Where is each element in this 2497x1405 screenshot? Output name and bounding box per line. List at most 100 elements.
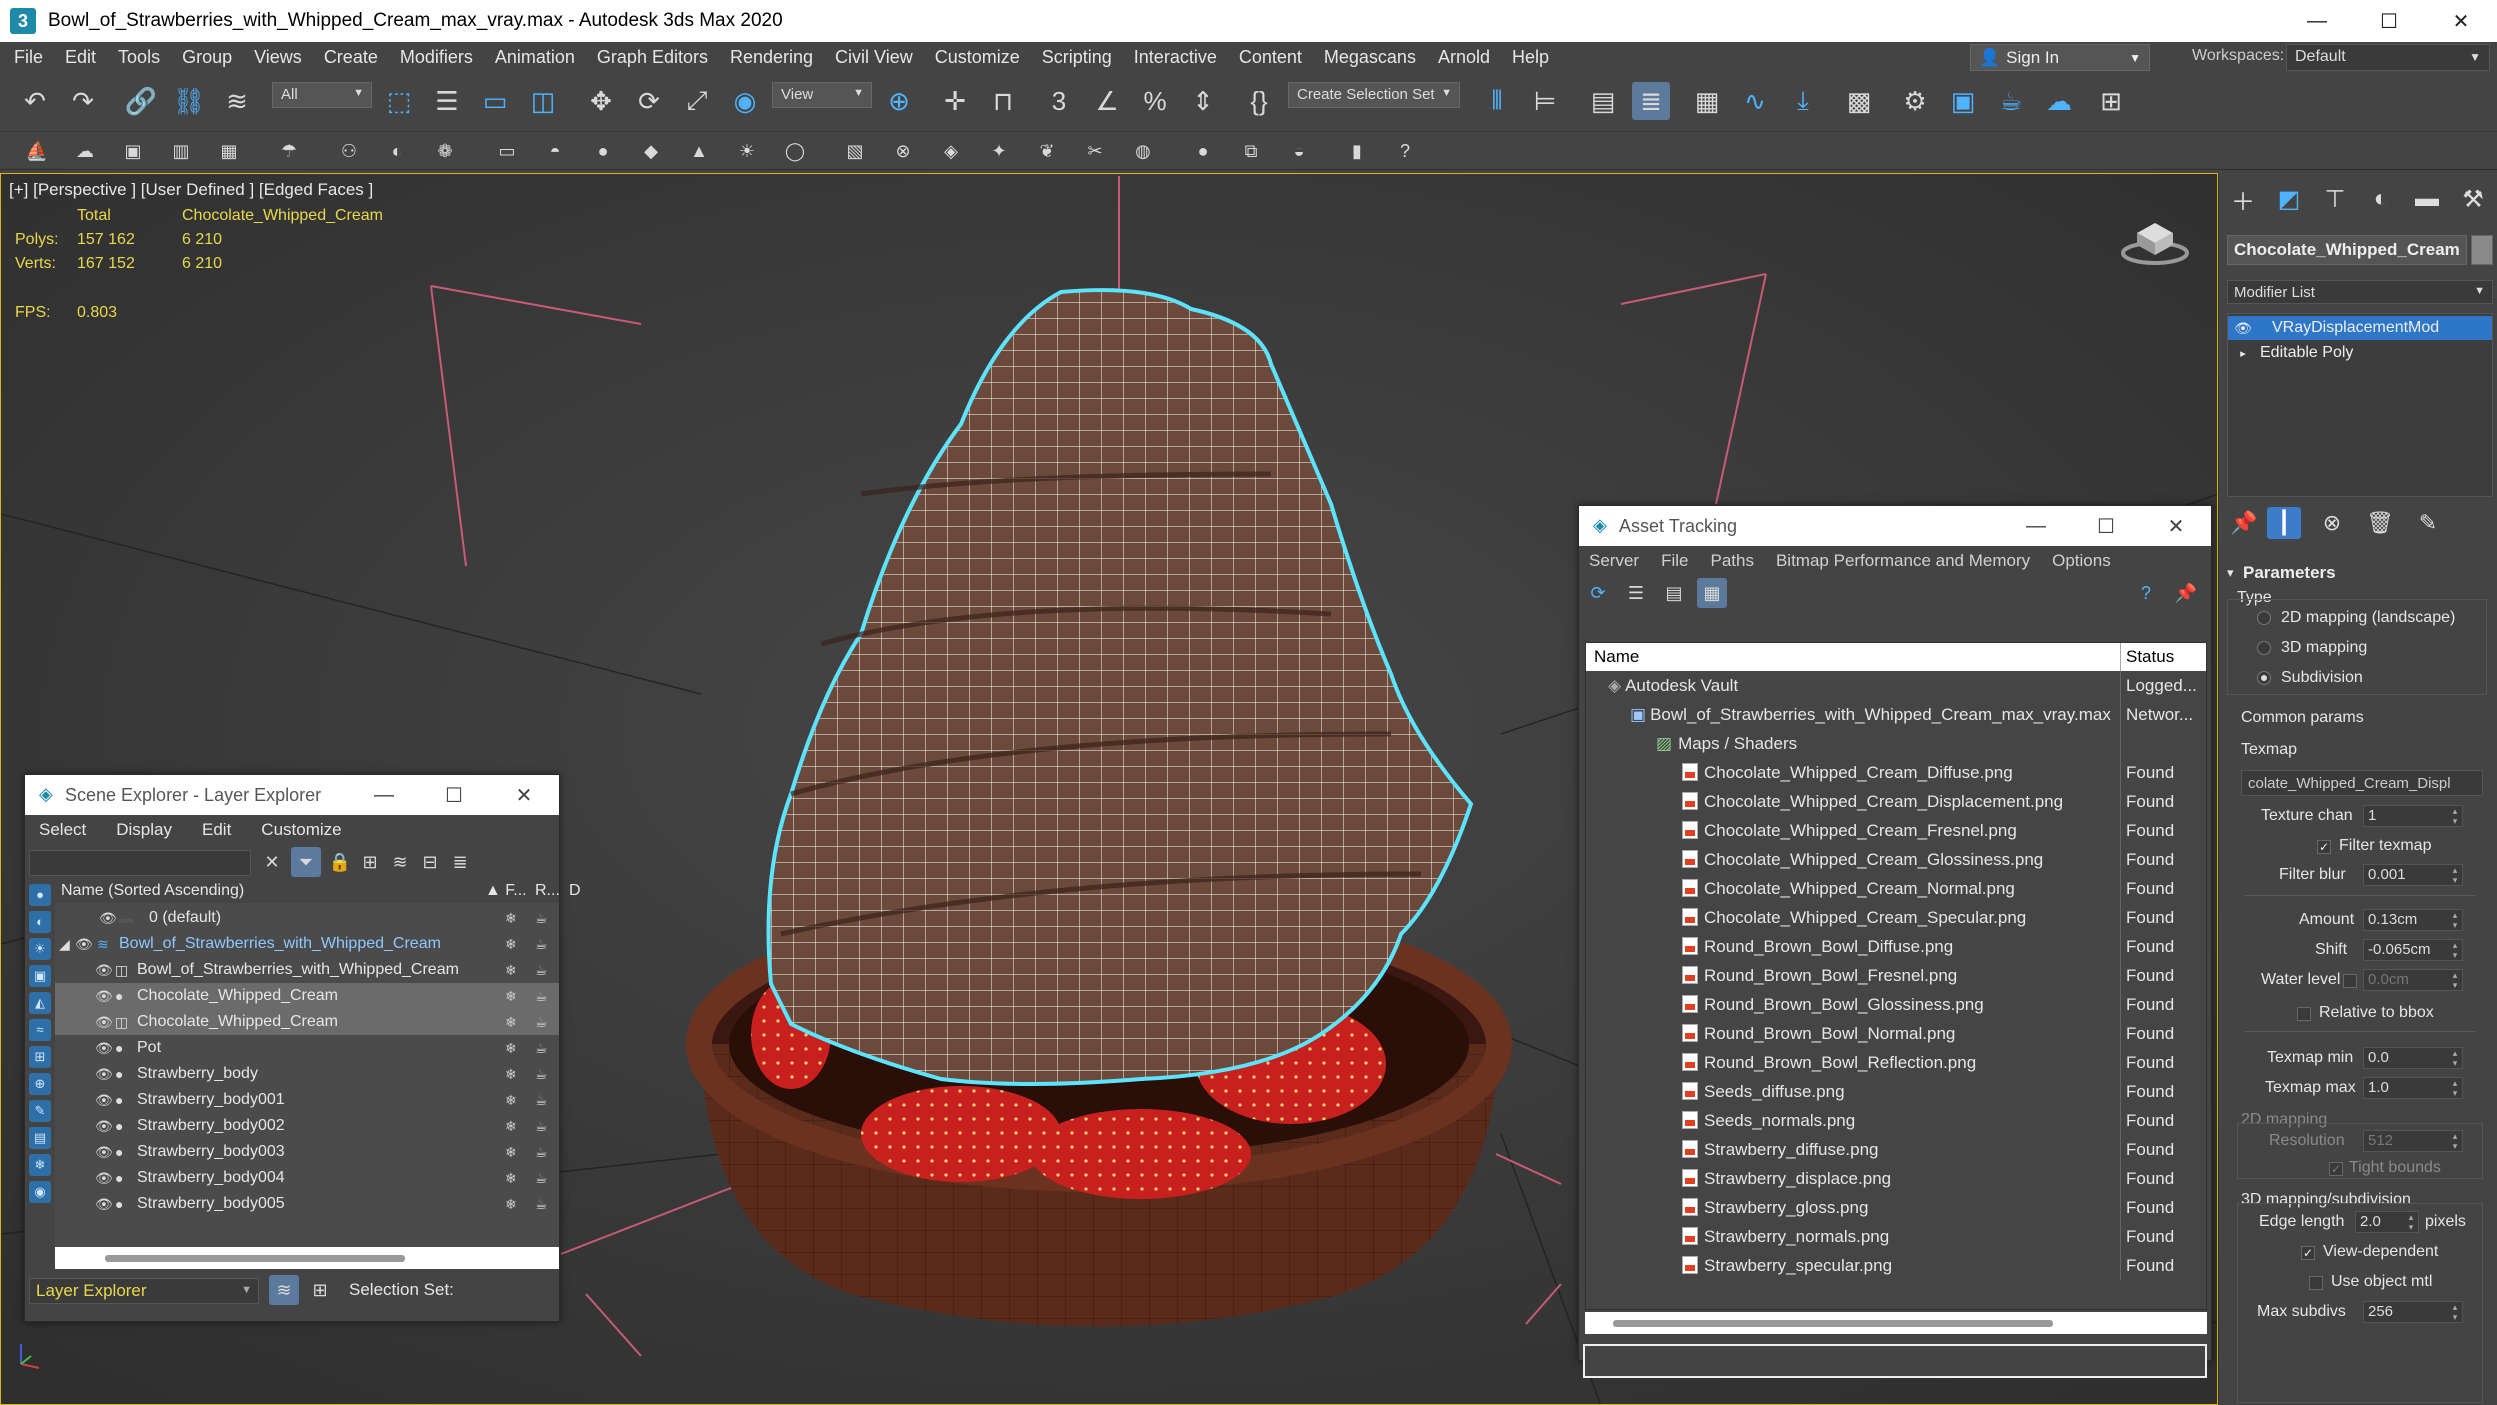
scrollbar-thumb[interactable] [105,1255,405,1262]
curve-editor-icon[interactable]: ∿ [1736,82,1774,120]
column-name-header[interactable]: Name [1594,647,1639,667]
filter-frozen-icon[interactable]: ❄ [29,1154,51,1176]
unlink-icon[interactable]: ⛓ [170,82,208,120]
vray-cosmos-icon[interactable]: ▮ [1342,136,1372,166]
vray-vision-icon[interactable]: ◒ [1284,136,1314,166]
a360-gallery-icon[interactable]: ⊞ [2092,82,2130,120]
rectangular-selection-icon[interactable]: ▭ [476,82,514,120]
configure-modifier-sets-icon[interactable]: ✎ [2411,507,2445,539]
scale-icon[interactable]: ⤢ [678,82,716,120]
menu-civil-view[interactable]: Civil View [824,47,924,68]
menu-create[interactable]: Create [313,47,389,68]
add-to-layer-icon[interactable]: ⊞ [355,847,385,877]
rotate-icon[interactable]: ⟳ [630,82,668,120]
vray-sun-icon[interactable]: ☀ [732,136,762,166]
renderable-icon[interactable]: ☕ [535,988,548,1005]
asset-row[interactable]: Chocolate_Whipped_Cream_Normal.png Found [1586,874,2206,903]
place-icon[interactable]: ◉ [726,82,764,120]
water-level-checkbox[interactable] [2343,974,2357,988]
asset-row[interactable]: Round_Brown_Bowl_Diffuse.png Found [1586,932,2206,961]
asset-row[interactable]: Chocolate_Whipped_Cream_Glossiness.png F… [1586,845,2206,874]
se-menu-edit[interactable]: Edit [202,820,231,840]
vray-scene-converter-icon[interactable]: ⧉ [1236,136,1266,166]
freeze-icon[interactable]: ❄ [505,988,517,1005]
visibility-eye-icon[interactable]: 👁 [95,962,113,979]
modifier-list-dropdown[interactable]: Modifier List ▼ [2227,280,2493,304]
help-icon[interactable]: ? [1390,136,1420,166]
close-button[interactable]: ✕ [2141,506,2211,546]
vray-mesh-light-icon[interactable]: ◆ [636,136,666,166]
menu-modifiers[interactable]: Modifiers [389,47,484,68]
minimize-button[interactable]: — [349,775,419,815]
display-tab-icon[interactable]: ▬ [2409,181,2445,217]
vray-batch-icon[interactable]: ▦ [214,136,244,166]
asset-row[interactable]: Strawberry_displace.png Found [1586,1164,2206,1193]
object-row[interactable]: 👁 ● Strawberry_body002 ❄ ☕ [55,1113,559,1139]
asset-row[interactable]: Chocolate_Whipped_Cream_Displacement.png… [1586,787,2206,816]
renderable-icon[interactable]: ☕ [535,1092,548,1109]
sign-in-dropdown[interactable]: 👤 Sign In ▼ [1970,44,2150,71]
minimize-button[interactable]: — [2281,0,2353,42]
freeze-icon[interactable]: ❄ [505,1066,517,1083]
refresh-icon[interactable]: ⟳ [1583,578,1613,608]
column-name-header[interactable]: Name (Sorted Ascending) [61,882,244,900]
at-menu-options[interactable]: Options [2052,551,2111,571]
modifier-stack-item[interactable]: ▸ Editable Poly [2228,341,2492,365]
toggle-ribbon-icon[interactable]: ▦ [1688,82,1726,120]
object-row[interactable]: 👁 ● Pot ❄ ☕ [55,1035,559,1061]
layer-row[interactable]: 👁 ▬ 0 (default) ❄ ☕ [55,905,559,931]
schematic-view-icon[interactable]: ⤓ [1784,82,1822,120]
scene-explorer-titlebar[interactable]: ◈ Scene Explorer - Layer Explorer — ☐ ✕ [25,775,559,815]
window-crossing-icon[interactable]: ◫ [524,82,562,120]
layers-icon[interactable]: ≋ [385,847,415,877]
view-dependent-checkbox[interactable]: ✓ [2301,1246,2315,1260]
filter-cameras-icon[interactable]: ▣ [29,965,51,987]
radio-subdivision[interactable] [2257,671,2271,685]
pivot-center-icon[interactable]: ⊕ [880,82,918,120]
freeze-icon[interactable]: ❄ [505,1196,517,1213]
texture-chan-spinner[interactable]: 1 [2363,805,2463,827]
menu-help[interactable]: Help [1501,47,1560,68]
use-object-mtl-checkbox[interactable] [2309,1276,2323,1290]
freeze-icon[interactable]: ❄ [505,1118,517,1135]
table-view-icon[interactable]: ▦ [1697,578,1727,608]
texmap-max-spinner[interactable]: 1.0 [2363,1077,2463,1099]
freeze-icon[interactable]: ❄ [505,1144,517,1161]
visibility-eye-icon[interactable]: 👁 [95,1066,113,1083]
vray-scatter-icon[interactable]: ❦ [1032,136,1062,166]
asset-table-horizontal-scrollbar[interactable] [1585,1312,2207,1334]
menu-animation[interactable]: Animation [484,47,586,68]
select-object-icon[interactable]: ⬚ [380,82,418,120]
filter-containers-icon[interactable]: ▤ [29,1127,51,1149]
utilities-tab-icon[interactable]: ⚒ [2455,181,2491,217]
menu-graph-editors[interactable]: Graph Editors [586,47,719,68]
menu-rendering[interactable]: Rendering [719,47,824,68]
se-menu-customize[interactable]: Customize [261,820,341,840]
asset-row[interactable]: Round_Brown_Bowl_Normal.png Found [1586,1019,2206,1048]
vray-decal-icon[interactable]: ✦ [984,136,1014,166]
visibility-eye-icon[interactable]: 👁 [95,1014,113,1031]
vray-light-lister-icon[interactable]: ☂ [274,136,304,166]
freeze-icon[interactable]: ❄ [505,1040,517,1057]
filter-texmap-checkbox[interactable]: ✓ [2317,840,2331,854]
filter-xrefs-icon[interactable]: ⊕ [29,1073,51,1095]
asset-row[interactable]: Round_Brown_Bowl_Reflection.png Found [1586,1048,2206,1077]
shift-spinner[interactable]: -0.065cm [2363,939,2463,961]
menu-tools[interactable]: Tools [107,47,171,68]
vray-mesh-export-icon[interactable]: ◐ [382,136,412,166]
freeze-icon[interactable]: ❄ [505,962,517,979]
at-menu-file[interactable]: File [1661,551,1688,571]
filter-blur-spinner[interactable]: 0.001 [2363,864,2463,886]
filter-spacewarps-icon[interactable]: ≈ [29,1019,51,1041]
maximize-button[interactable]: ☐ [419,775,489,815]
renderable-icon[interactable]: ☕ [535,936,548,953]
filter-lights-icon[interactable]: ☀ [29,938,51,960]
texmap-min-spinner[interactable]: 0.0 [2363,1047,2463,1069]
resolution-spinner[interactable]: 512 [2363,1130,2463,1152]
select-by-name-icon[interactable]: ☰ [428,82,466,120]
asset-row[interactable]: Chocolate_Whipped_Cream_Diffuse.png Foun… [1586,758,2206,787]
asset-row[interactable]: ▣ Bowl_of_Strawberries_with_Whipped_Cream… [1586,700,2206,729]
parameters-title[interactable]: Parameters [2243,563,2336,583]
render-production-icon[interactable]: ☕ [1992,82,2030,120]
spinner-snap-icon[interactable]: ⇕ [1184,82,1222,120]
